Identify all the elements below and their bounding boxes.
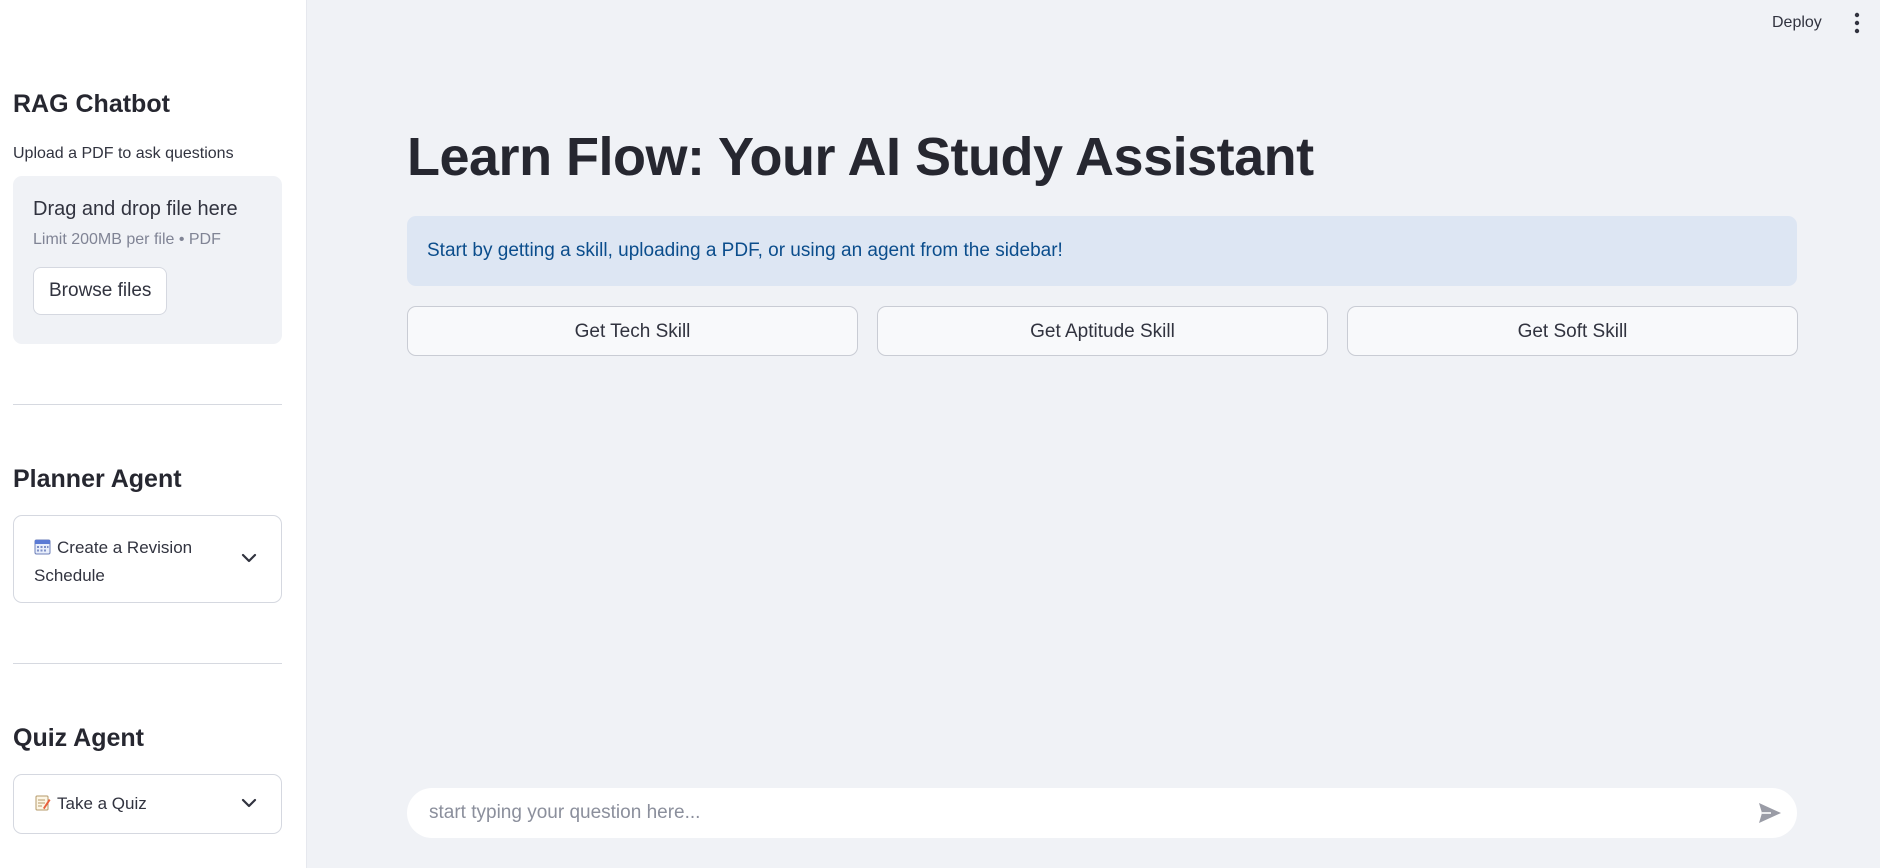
chevron-down-icon: [241, 553, 257, 563]
take-quiz-label: Take a Quiz: [34, 790, 227, 818]
deploy-button[interactable]: Deploy: [1760, 9, 1834, 37]
sidebar-divider: [13, 663, 282, 664]
chat-input[interactable]: [427, 788, 1727, 838]
get-aptitude-skill-button[interactable]: Get Aptitude Skill: [877, 306, 1328, 356]
chat-input-container: [407, 788, 1797, 838]
page-title: Learn Flow: Your AI Study Assistant: [407, 127, 1314, 187]
take-quiz-expander[interactable]: Take a Quiz: [13, 774, 282, 834]
browse-files-button[interactable]: Browse files: [33, 267, 168, 315]
sidebar: RAG Chatbot Upload a PDF to ask question…: [0, 0, 307, 868]
send-icon[interactable]: [1757, 801, 1783, 825]
upload-limit-text: Limit 200MB per file • PDF: [33, 231, 221, 248]
file-uploader-dropzone[interactable]: Drag and drop file here Limit 200MB per …: [13, 176, 282, 344]
info-alert: Start by getting a skill, uploading a PD…: [407, 216, 1797, 286]
take-quiz-text: Take a Quiz: [57, 794, 147, 813]
chevron-down-icon: [241, 798, 257, 808]
quiz-agent-heading: Quiz Agent: [13, 724, 145, 752]
upload-caption: Upload a PDF to ask questions: [13, 145, 234, 162]
rag-chatbot-heading: RAG Chatbot: [13, 90, 170, 118]
revision-schedule-label: Create a Revision Schedule: [34, 534, 227, 590]
kebab-menu-icon[interactable]: [1846, 10, 1868, 36]
calendar-icon: [34, 539, 51, 555]
sidebar-divider: [13, 404, 282, 405]
revision-schedule-text: Create a Revision Schedule: [34, 538, 193, 585]
planner-agent-heading: Planner Agent: [13, 465, 182, 493]
memo-icon: [35, 795, 51, 811]
get-tech-skill-button[interactable]: Get Tech Skill: [407, 306, 858, 356]
drag-drop-text: Drag and drop file here: [33, 198, 238, 220]
revision-schedule-expander[interactable]: Create a Revision Schedule: [13, 515, 282, 603]
app-root: RAG Chatbot Upload a PDF to ask question…: [0, 0, 1880, 868]
get-soft-skill-button[interactable]: Get Soft Skill: [1347, 306, 1798, 356]
